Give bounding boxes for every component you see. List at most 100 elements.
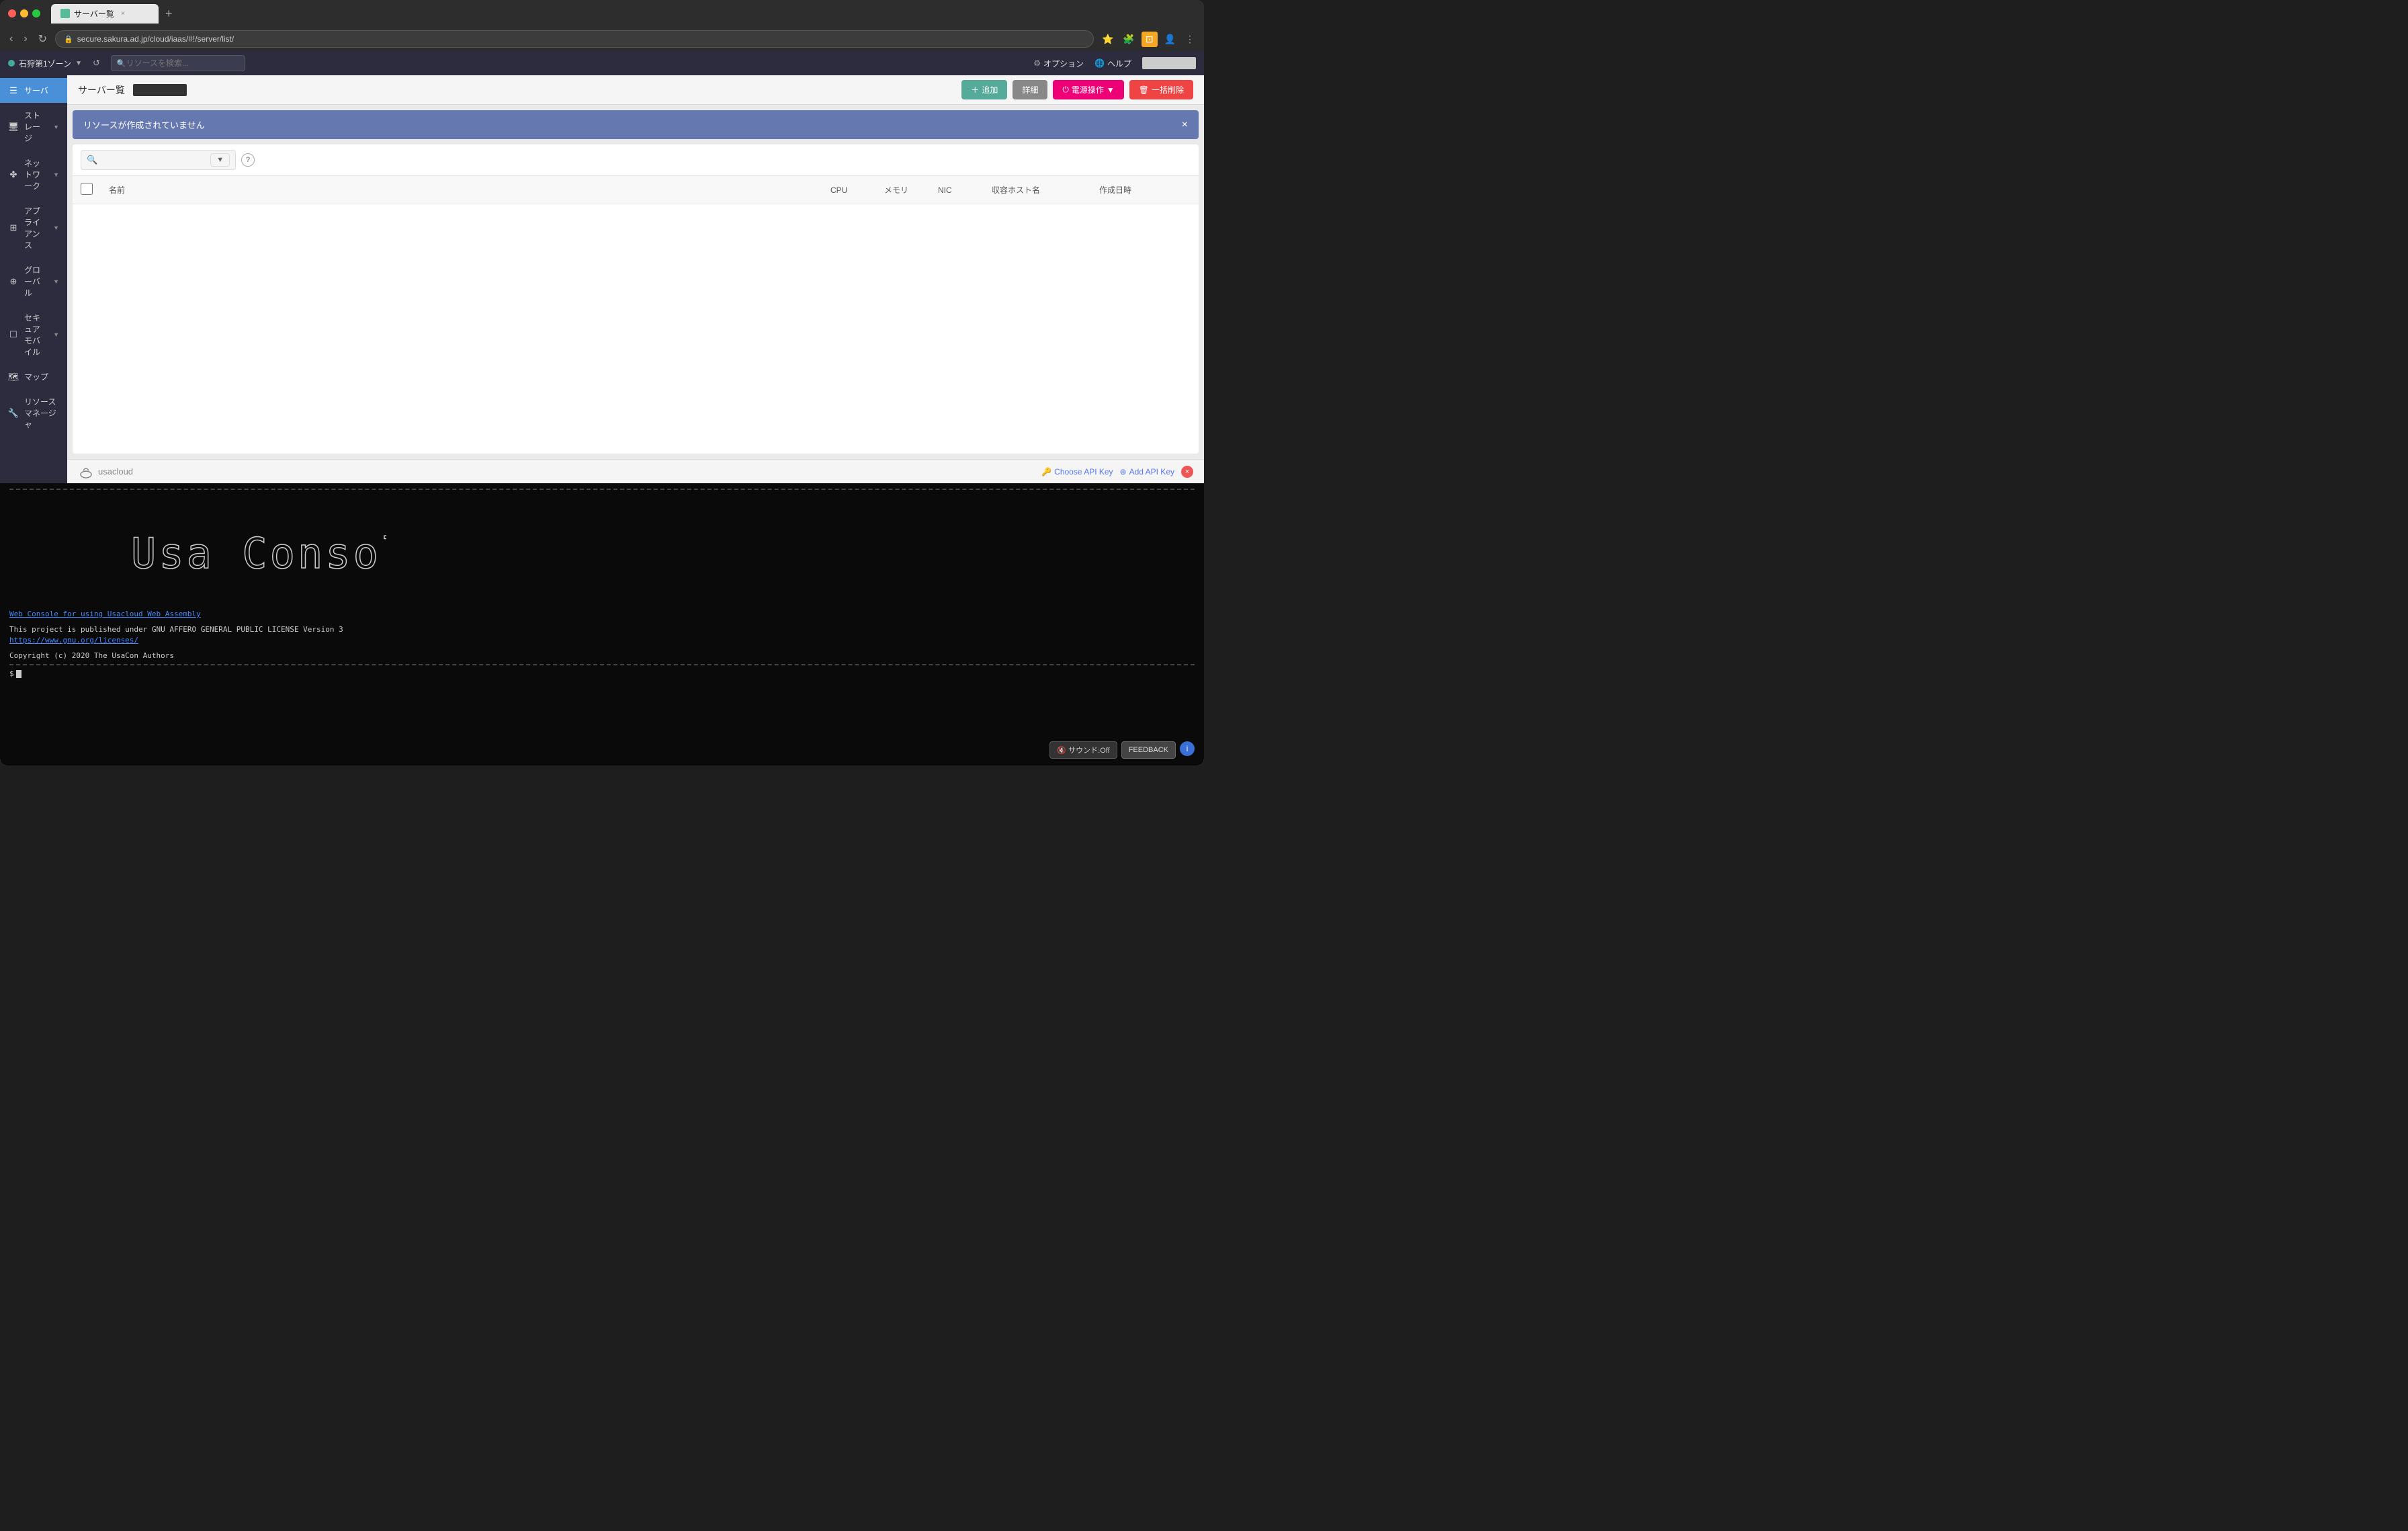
sidebar-item-network-label: ネットワーク xyxy=(24,157,48,192)
add-button[interactable]: ＋ 追加 xyxy=(961,80,1007,99)
app-footer: usacloud 🔑 Choose API Key ⊕ Add API Key … xyxy=(67,459,1204,483)
options-button[interactable]: ⚙ オプション xyxy=(1033,58,1084,69)
close-traffic-light[interactable] xyxy=(8,9,16,17)
terminal-license-text: This project is published under GNU AFFE… xyxy=(9,624,1195,636)
zone-selector[interactable]: 石狩第1ゾーン ▼ xyxy=(8,58,82,69)
map-icon: 🗺 xyxy=(8,372,19,382)
securemobile-caret-icon: ▼ xyxy=(53,331,59,338)
new-tab-button[interactable]: + xyxy=(161,7,177,21)
footer-logo-text: usacloud xyxy=(98,466,133,477)
sidebar-item-storage[interactable]: 🖥 ストレージ ▼ xyxy=(0,103,67,151)
table-search-input[interactable] xyxy=(100,155,208,165)
storage-icon: 🖥 xyxy=(8,122,19,132)
account-icon[interactable]: 👤 xyxy=(1162,31,1178,48)
options-gear-icon: ⚙ xyxy=(1033,58,1041,68)
terminal-cursor xyxy=(16,670,22,678)
search-box: 🔍 xyxy=(111,55,245,71)
screenshot-icon[interactable]: ⊡ xyxy=(1142,32,1158,47)
footer-logo: usacloud xyxy=(78,464,133,480)
add-key-icon: ⊕ xyxy=(1120,467,1127,477)
power-icon: ⏻ xyxy=(1062,85,1069,95)
table-header-row: 名前 CPU メモリ NIC 収容ホスト名 作成日時 xyxy=(73,176,1199,204)
content-area: サーバー覧 ＋ 追加 詳細 ⏻ 電源操作 ▼ xyxy=(67,75,1204,483)
table-search-icon: 🔍 xyxy=(87,155,97,165)
reload-button[interactable]: ↻ xyxy=(36,30,50,48)
bulk-delete-button[interactable]: 🗑 一括削除 xyxy=(1129,80,1193,99)
content-body: リソースが作成されていません × 🔍 ▼ ? xyxy=(67,105,1204,459)
address-field[interactable]: 🔒 secure.sakura.ad.jp/cloud/iaas/#!/serv… xyxy=(55,30,1094,48)
terminal-license-url[interactable]: https://www.gnu.org/licenses/ xyxy=(9,636,1195,645)
sound-toggle-button[interactable]: 🔇 サウンド:Off xyxy=(1049,741,1117,759)
topbar-right: ⚙ オプション 🌐 ヘルプ xyxy=(1033,57,1196,69)
delete-label: 一括削除 xyxy=(1152,84,1184,95)
back-button[interactable]: ‹ xyxy=(7,30,15,48)
help-button[interactable]: 🌐 ヘルプ xyxy=(1094,58,1131,69)
appliance-icon: ⊞ xyxy=(8,222,19,233)
lock-icon: 🔒 xyxy=(64,35,73,44)
key-icon: 🔑 xyxy=(1041,467,1051,477)
sidebar-item-map-label: マップ xyxy=(24,371,48,382)
content-header: サーバー覧 ＋ 追加 詳細 ⏻ 電源操作 ▼ xyxy=(67,75,1204,105)
tab-bar: サーバー覧 × + xyxy=(51,4,177,24)
table-header-memory: メモリ xyxy=(876,176,930,204)
choose-api-key-link[interactable]: 🔑 Choose API Key xyxy=(1041,467,1113,477)
sidebar-item-securemobile[interactable]: ☐ セキュアモバイル ▼ xyxy=(0,305,67,364)
table-search: 🔍 ▼ xyxy=(81,150,236,170)
network-caret-icon: ▼ xyxy=(53,171,59,178)
extensions-icon[interactable]: 🧩 xyxy=(1120,31,1137,48)
select-all-checkbox[interactable] xyxy=(81,183,93,195)
table-header-name: 名前 xyxy=(101,176,822,204)
terminal-divider-2 xyxy=(9,664,1195,665)
terminal-area[interactable]: Usa Console Web Console for using Usaclo… xyxy=(0,483,1204,766)
sidebar-item-securemobile-label: セキュアモバイル xyxy=(24,312,48,358)
feedback-button[interactable]: FEEDBACK xyxy=(1121,741,1176,759)
add-api-key-label: Add API Key xyxy=(1129,467,1174,477)
global-caret-icon: ▼ xyxy=(53,278,59,285)
info-button[interactable]: i xyxy=(1180,741,1195,756)
app-topbar: 石狩第1ゾーン ▼ ↺ 🔍 ⚙ オプション 🌐 ヘルプ xyxy=(0,51,1204,75)
notice-banner: リソースが作成されていません × xyxy=(73,110,1199,139)
refresh-button[interactable]: ↺ xyxy=(90,55,103,71)
sidebar-item-global-label: グローバル xyxy=(24,264,48,298)
tab-label: サーバー覧 xyxy=(74,8,114,19)
sidebar-item-server[interactable]: ☰ サーバ xyxy=(0,78,67,103)
power-button[interactable]: ⏻ 電源操作 ▼ xyxy=(1053,80,1123,99)
svg-text:Usa Console: Usa Console xyxy=(131,529,386,575)
sidebar-item-appliance-label: アプライアンス xyxy=(24,205,48,251)
sidebar-item-map[interactable]: 🗺 マップ xyxy=(0,364,67,389)
sidebar-item-appliance[interactable]: ⊞ アプライアンス ▼ xyxy=(0,198,67,257)
forward-button[interactable]: › xyxy=(21,30,30,48)
detail-button[interactable]: 詳細 xyxy=(1013,80,1047,99)
tab-close-button[interactable]: × xyxy=(118,9,128,18)
table-help-button[interactable]: ? xyxy=(241,153,255,167)
sidebar-item-global[interactable]: ⊕ グローバル ▼ xyxy=(0,257,67,305)
fullscreen-traffic-light[interactable] xyxy=(32,9,40,17)
menu-icon[interactable]: ⋮ xyxy=(1182,31,1197,48)
search-input[interactable] xyxy=(126,58,239,68)
minimize-traffic-light[interactable] xyxy=(20,9,28,17)
appliance-caret-icon: ▼ xyxy=(53,224,59,231)
terminal-divider xyxy=(9,489,1195,490)
sidebar-item-server-label: サーバ xyxy=(24,85,48,96)
browser-tab-active[interactable]: サーバー覧 × xyxy=(51,4,159,24)
sidebar-item-network[interactable]: ✤ ネットワーク ▼ xyxy=(0,151,67,198)
api-close-button[interactable]: × xyxy=(1181,466,1193,478)
footer-actions: 🔑 Choose API Key ⊕ Add API Key × xyxy=(1041,466,1193,478)
filter-button[interactable]: ▼ xyxy=(210,153,230,167)
notice-close-button[interactable]: × xyxy=(1182,119,1188,131)
table-toolbar: 🔍 ▼ ? xyxy=(73,144,1199,176)
options-label: オプション xyxy=(1043,58,1084,69)
header-actions: ＋ 追加 詳細 ⏻ 電源操作 ▼ 🗑 一括削除 xyxy=(961,80,1193,99)
web-console-link[interactable]: Web Console for using Usacloud Web Assem… xyxy=(9,610,1195,618)
search-icon: 🔍 xyxy=(117,59,126,68)
app-main: ☰ サーバ 🖥 ストレージ ▼ ✤ ネットワーク ▼ ⊞ アプライアンス ▼ xyxy=(0,75,1204,483)
address-text: secure.sakura.ad.jp/cloud/iaas/#!/server… xyxy=(77,34,234,44)
usacon-ascii-logo: Usa Console xyxy=(131,521,386,575)
sidebar-item-resource-manager[interactable]: 🔧 リソースマネージャ xyxy=(0,389,67,437)
tab-favicon xyxy=(60,9,70,18)
license-url-link[interactable]: https://www.gnu.org/licenses/ xyxy=(9,636,138,645)
add-api-key-link[interactable]: ⊕ Add API Key xyxy=(1120,467,1174,477)
usacloud-logo-icon xyxy=(78,464,94,480)
traffic-lights xyxy=(8,9,40,17)
bookmark-icon[interactable]: ⭐ xyxy=(1099,31,1116,48)
